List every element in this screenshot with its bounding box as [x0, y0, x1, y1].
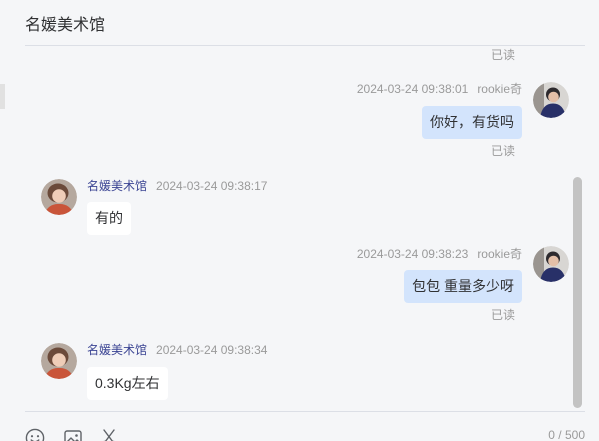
read-status: 已读	[490, 308, 515, 322]
sender-name: rookie奇	[477, 82, 522, 96]
message-time: 2024-03-24 09:38:17	[156, 179, 268, 193]
message-received: 名媛美术馆 2024-03-24 09:38:34 0.3Kg左右	[0, 343, 599, 409]
input-toolbar: 0 / 500	[0, 426, 599, 441]
scrollbar-thumb[interactable]	[573, 177, 582, 408]
input-divider	[25, 411, 585, 412]
message-bubble: 包包 重量多少呀	[404, 270, 522, 303]
message-meta: 2024-03-24 09:38:23 rookie奇	[357, 247, 522, 261]
message-list: 已读 2024-03-24 09:38:01 rookie奇 你好，有货吗 已读…	[0, 0, 599, 411]
sender-name: 名媛美术馆	[87, 343, 148, 357]
avatar[interactable]	[533, 246, 569, 282]
avatar[interactable]	[41, 179, 77, 215]
message-sent: 2024-03-24 09:38:01 rookie奇 你好，有货吗 已读	[0, 82, 599, 162]
chat-window: 名媛美术馆 已读 2024-03-24 09:38:01 rookie奇 你好，…	[0, 0, 599, 441]
read-status: 已读	[490, 144, 515, 158]
message-bubble: 你好，有货吗	[422, 106, 522, 139]
emoji-icon[interactable]	[25, 428, 45, 441]
message-meta: 2024-03-24 09:38:01 rookie奇	[357, 82, 522, 96]
message-meta: 名媛美术馆 2024-03-24 09:38:34	[87, 343, 267, 357]
image-icon[interactable]	[63, 428, 83, 441]
read-status: 已读	[490, 48, 515, 62]
sender-name: rookie奇	[477, 247, 522, 261]
scissors-icon[interactable]	[99, 428, 119, 441]
avatar[interactable]	[533, 82, 569, 118]
message-time: 2024-03-24 09:38:23	[356, 247, 469, 261]
message-bubble: 有的	[87, 202, 131, 235]
avatar[interactable]	[41, 343, 77, 379]
message-time: 2024-03-24 09:38:01	[356, 82, 469, 96]
message-bubble: 0.3Kg左右	[87, 367, 168, 400]
message-meta: 名媛美术馆 2024-03-24 09:38:17	[87, 179, 267, 193]
message-sent: 2024-03-24 09:38:23 rookie奇 包包 重量多少呀 已读	[0, 246, 599, 326]
char-counter: 0 / 500	[548, 428, 585, 441]
sender-name: 名媛美术馆	[87, 179, 148, 193]
message-time: 2024-03-24 09:38:34	[156, 343, 268, 357]
